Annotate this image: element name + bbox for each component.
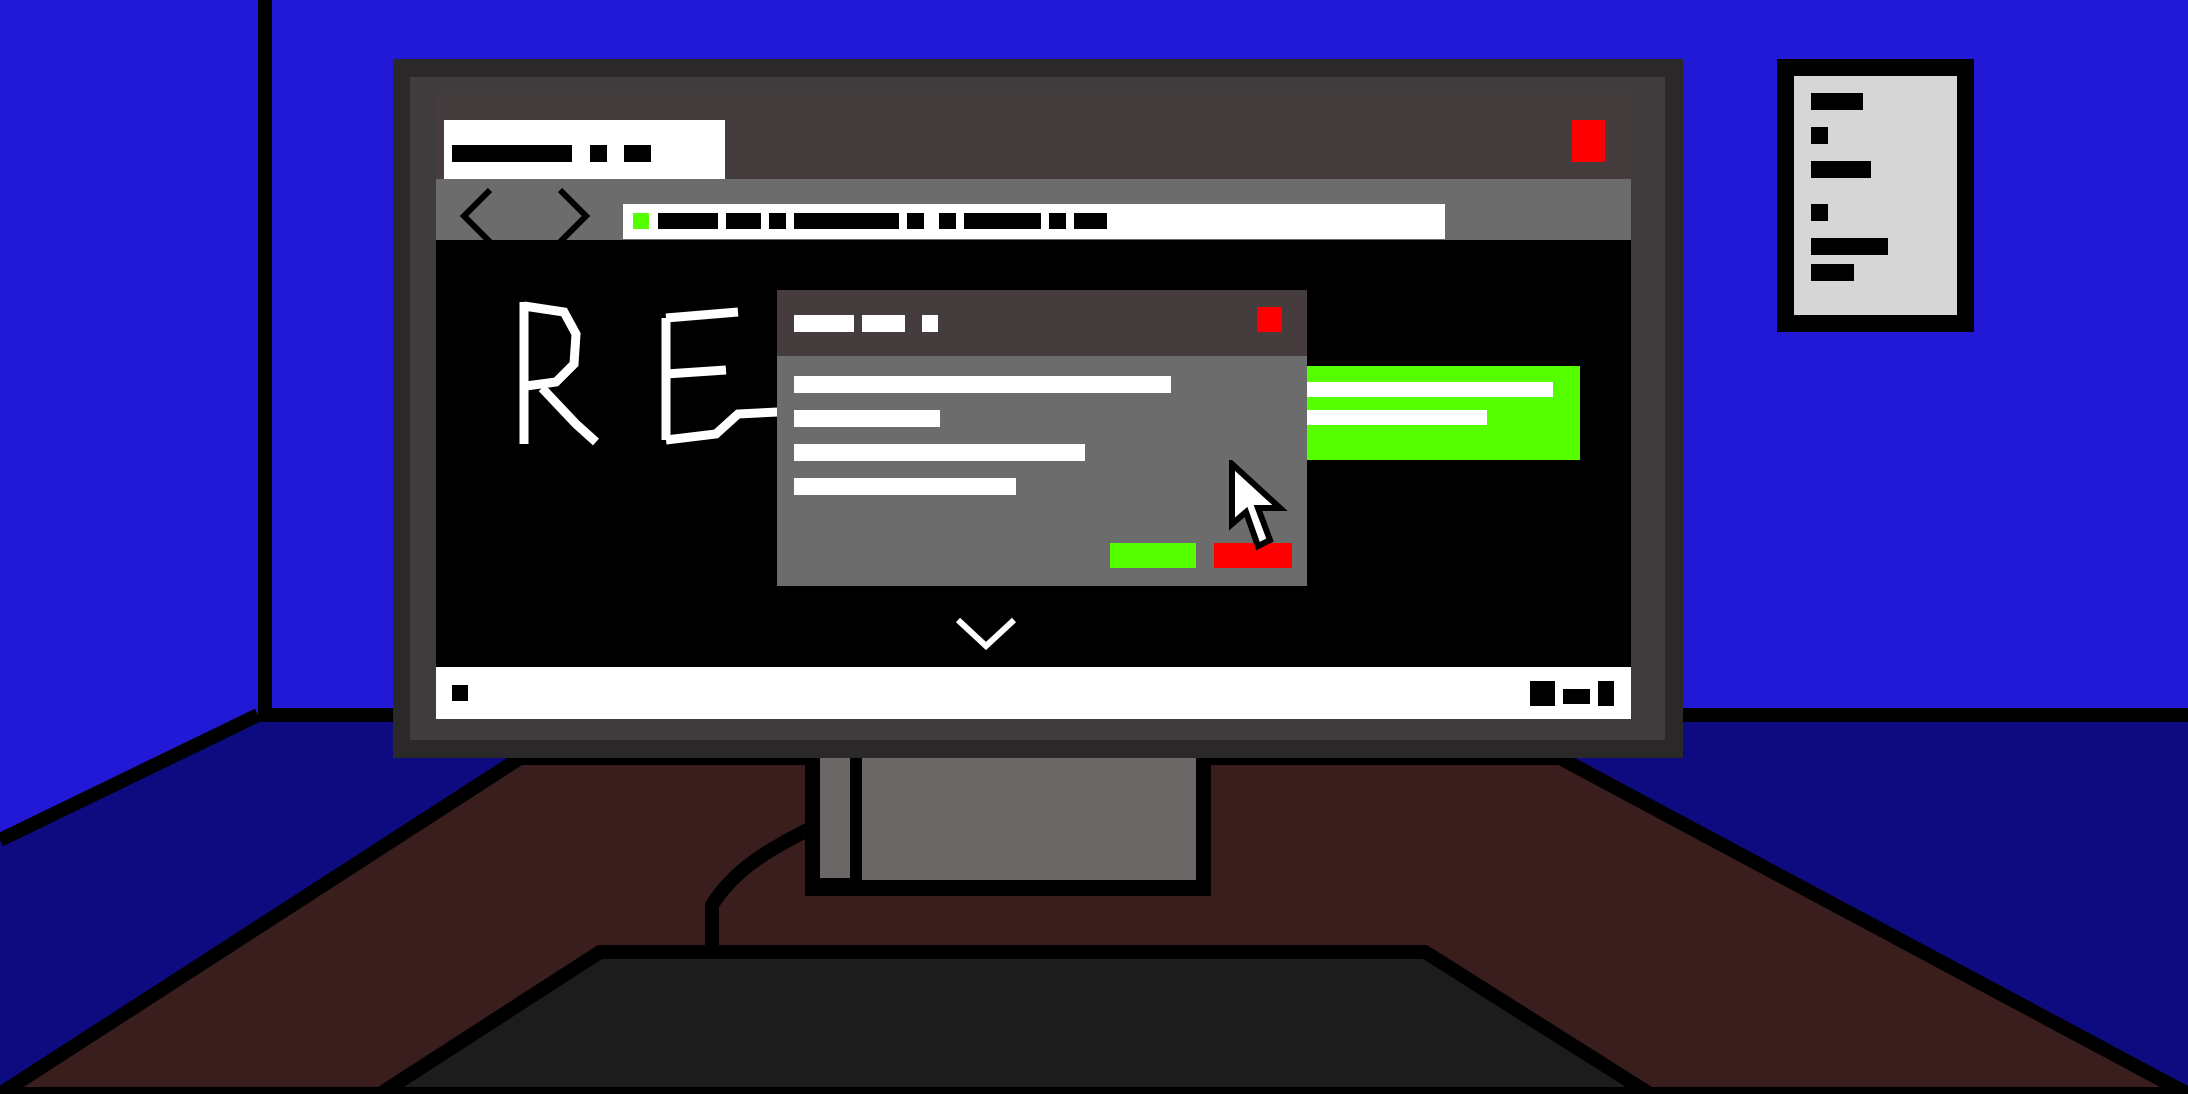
url-text-block: [726, 213, 761, 229]
url-text-block: [769, 213, 786, 229]
content-card: [1307, 366, 1580, 460]
dialog-title-bar: [777, 290, 1307, 356]
dialog-title-text-block: [922, 315, 938, 332]
wall-note: [1794, 76, 1957, 315]
chevron-down-icon[interactable]: [954, 614, 1018, 654]
dialog-text-line: [794, 478, 1016, 495]
url-text-block: [939, 213, 956, 229]
window-close-button[interactable]: [1572, 120, 1605, 162]
tab-title-text-block: [452, 145, 572, 162]
dialog-title-text-block: [862, 315, 905, 332]
ok-button[interactable]: [1110, 543, 1196, 568]
monitor-stand: [862, 758, 1196, 880]
content-text-line: [1307, 382, 1553, 397]
content-text-line: [1307, 410, 1487, 425]
secure-lock-icon: [633, 213, 649, 229]
dialog-close-button[interactable]: [1257, 307, 1282, 332]
note-text-block: [1811, 204, 1828, 221]
tray-icon[interactable]: [1598, 681, 1614, 706]
url-text-block: [964, 213, 1041, 229]
wall-corner-line: [258, 0, 272, 715]
status-indicator-icon: [452, 685, 468, 701]
note-text-block: [1811, 161, 1871, 178]
chevron-right-icon[interactable]: [556, 186, 592, 246]
tab-title-text-block: [590, 145, 607, 162]
url-text-block: [1049, 213, 1066, 229]
note-text-block: [1811, 127, 1828, 144]
url-text-block: [907, 213, 924, 229]
note-text-block: [1811, 264, 1854, 281]
status-bar: [436, 667, 1631, 719]
tab-title-text-block: [624, 145, 651, 162]
monitor-stand-side: [820, 758, 850, 878]
dialog-title-text-block: [794, 315, 854, 332]
tray-icon[interactable]: [1563, 689, 1590, 704]
url-text-block: [1074, 213, 1107, 229]
tray-icon[interactable]: [1530, 681, 1555, 706]
page-heading-drawing: [519, 301, 779, 446]
note-text-block: [1811, 238, 1888, 255]
dialog-text-line: [794, 410, 940, 427]
chevron-left-icon[interactable]: [458, 186, 494, 246]
dialog-text-line: [794, 376, 1171, 393]
mouse-cursor-icon: [1229, 460, 1288, 551]
keyboard-pad: [367, 945, 1664, 1094]
url-text-block: [658, 213, 718, 229]
url-text-block: [794, 213, 899, 229]
dialog-text-line: [794, 444, 1085, 461]
browser-tab[interactable]: [444, 120, 725, 179]
address-bar[interactable]: [623, 204, 1445, 239]
monitor-screen: RE: [436, 94, 1631, 719]
note-text-block: [1811, 93, 1863, 110]
